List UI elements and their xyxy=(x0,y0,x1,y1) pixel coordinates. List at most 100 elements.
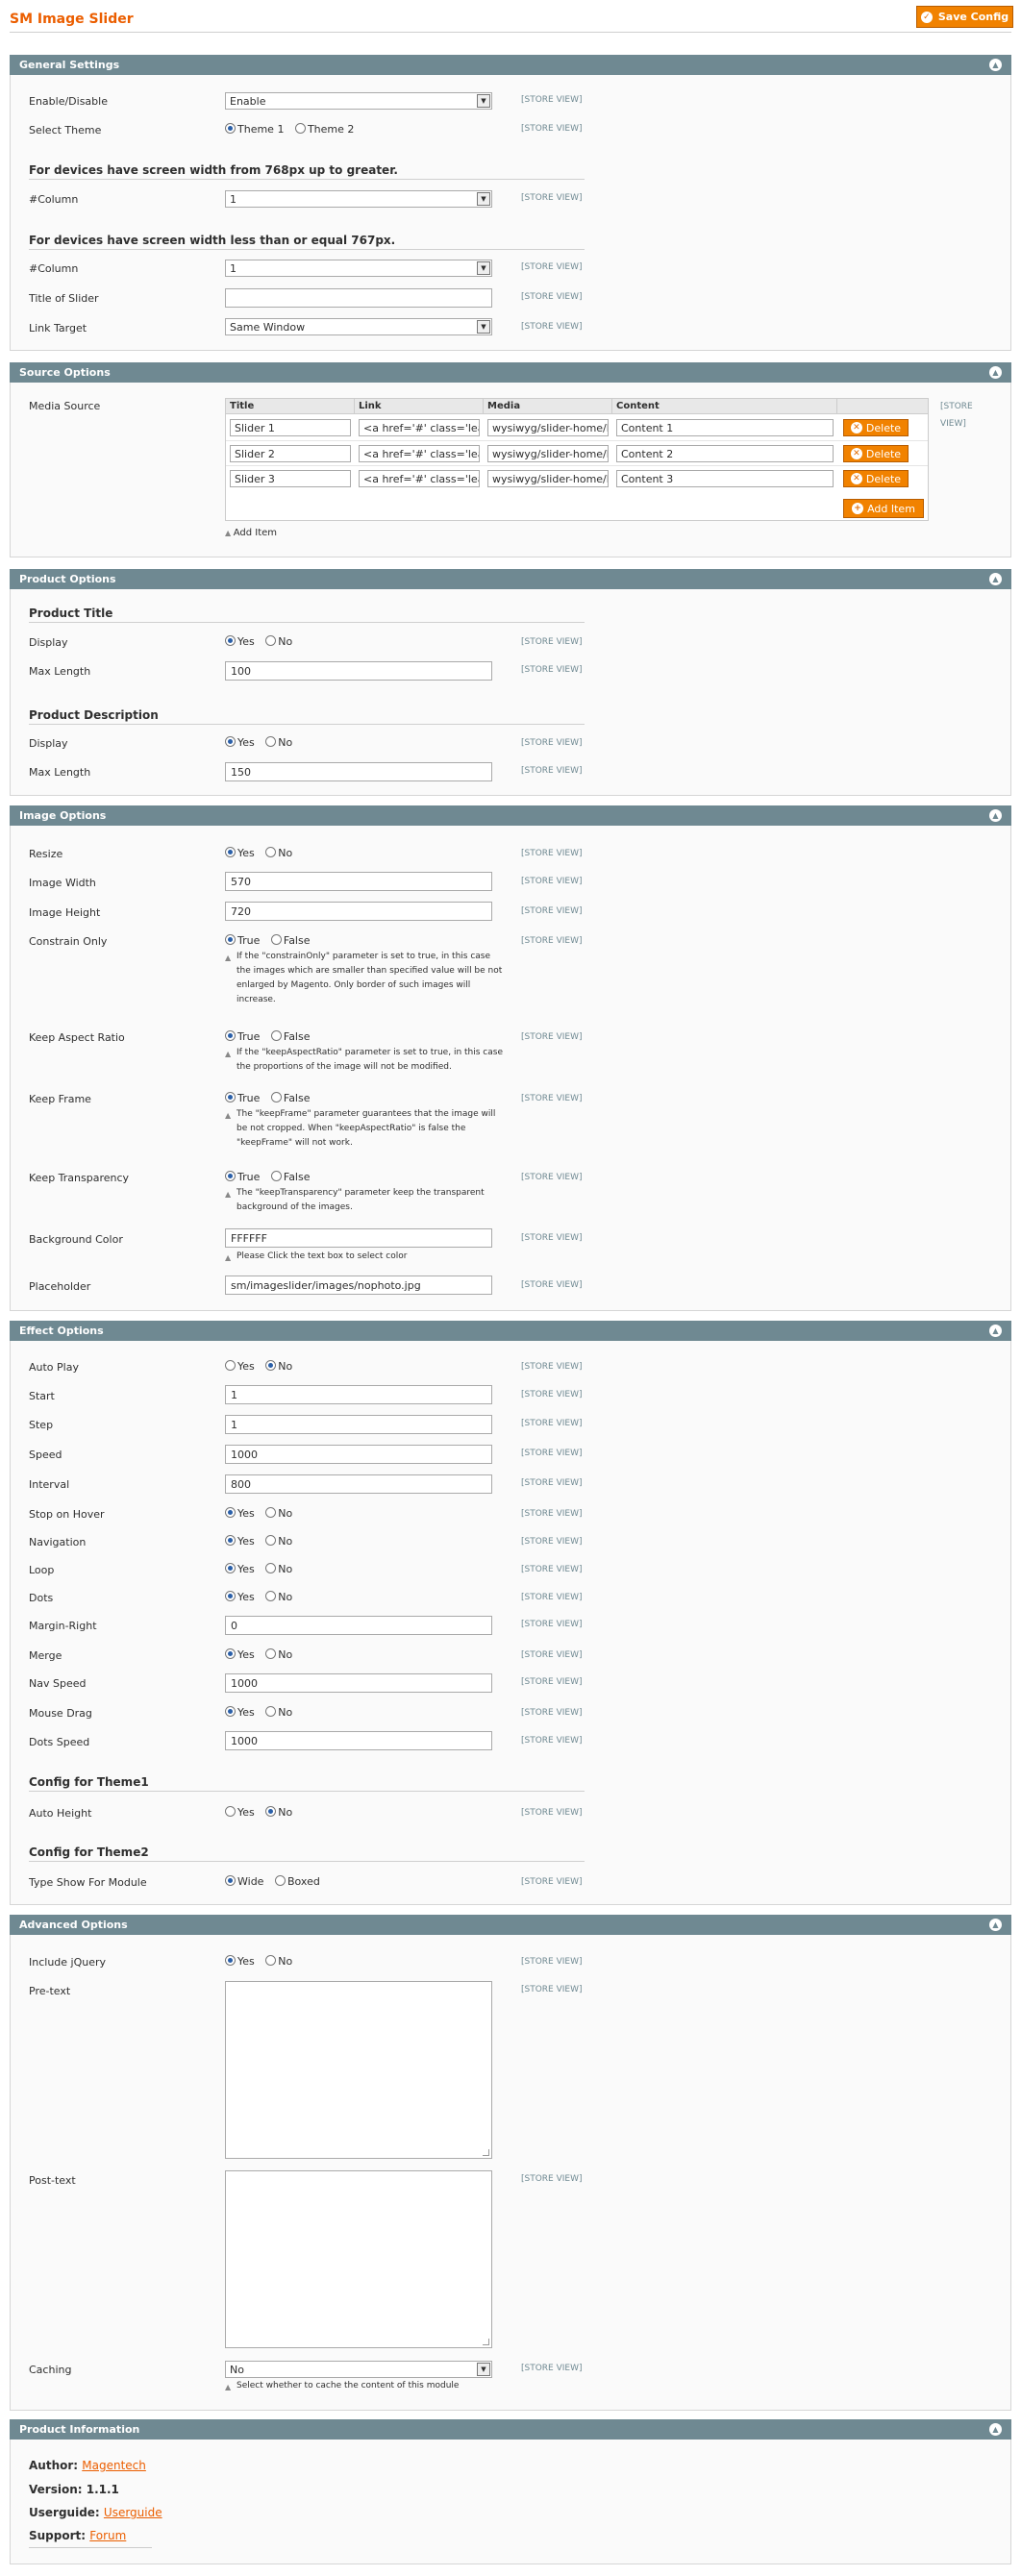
desc-max-length-input[interactable]: 150 xyxy=(225,762,492,781)
no-radio[interactable]: No xyxy=(265,847,292,859)
row-media-input[interactable]: wysiwyg/slider-home/l xyxy=(487,470,609,487)
section-header-source[interactable]: Source Options ▲ xyxy=(10,362,1011,383)
section-header-advanced[interactable]: Advanced Options ▲ xyxy=(10,1915,1011,1935)
collapse-up-icon[interactable]: ▲ xyxy=(989,366,1002,379)
true-radio[interactable]: True xyxy=(225,1030,260,1043)
author-link[interactable]: Magentech xyxy=(82,2459,146,2472)
yes-radio[interactable]: Yes xyxy=(225,1706,255,1719)
column-big-select[interactable]: 1 ▼ xyxy=(225,190,492,208)
false-label: False xyxy=(283,1092,311,1104)
section-header-effect[interactable]: Effect Options ▲ xyxy=(10,1321,1011,1341)
merge-radio-group: Yes No xyxy=(225,1648,300,1661)
false-radio[interactable]: False xyxy=(270,1030,311,1043)
triangle-icon: ▲ xyxy=(225,1190,232,1199)
caching-select[interactable]: No ▼ xyxy=(225,2361,492,2378)
yes-radio[interactable]: Yes xyxy=(225,736,255,749)
false-radio[interactable]: False xyxy=(270,934,311,947)
no-radio[interactable]: No xyxy=(265,1591,292,1603)
yes-radio[interactable]: Yes xyxy=(225,1563,255,1575)
nav-speed-input[interactable]: 1000 xyxy=(225,1673,492,1693)
store-view-scope: [STORE VIEW] xyxy=(521,637,583,647)
row-link-input[interactable]: <a href='#' class='lear xyxy=(359,445,480,462)
no-radio[interactable]: No xyxy=(265,1507,292,1520)
collapse-up-icon[interactable]: ▲ xyxy=(989,1325,1002,1337)
delete-button[interactable]: ✕ Delete xyxy=(843,419,909,436)
row-content-input[interactable]: Content 2 xyxy=(616,445,834,462)
add-item-link[interactable]: ▲ Add Item xyxy=(225,528,277,538)
row-link-input[interactable]: <a href='#' class='lear xyxy=(359,419,480,436)
margin-right-input[interactable]: 0 xyxy=(225,1616,492,1635)
enable-select[interactable]: Enable ▼ xyxy=(225,92,492,110)
no-radio[interactable]: No xyxy=(265,736,292,749)
delete-button[interactable]: ✕ Delete xyxy=(843,445,909,462)
userguide-link[interactable]: Userguide xyxy=(104,2506,162,2519)
yes-radio[interactable]: Yes xyxy=(225,1360,255,1373)
section-header-info[interactable]: Product Information ▲ xyxy=(10,2419,1011,2440)
navigation-label: Navigation xyxy=(29,1536,87,1548)
radio-selected-icon xyxy=(225,847,236,857)
true-radio[interactable]: True xyxy=(225,934,260,947)
link-target-select[interactable]: Same Window ▼ xyxy=(225,318,492,335)
row-media-input[interactable]: wysiwyg/slider-home/l xyxy=(487,419,609,436)
posttext-textarea[interactable] xyxy=(225,2170,492,2348)
collapse-up-icon[interactable]: ▲ xyxy=(989,1919,1002,1931)
title-max-length-input[interactable]: 100 xyxy=(225,661,492,681)
no-radio[interactable]: No xyxy=(265,1955,292,1968)
yes-radio[interactable]: Yes xyxy=(225,635,255,648)
placeholder-input[interactable]: sm/imageslider/images/nophoto.jpg xyxy=(225,1276,492,1295)
yes-radio[interactable]: Yes xyxy=(225,1806,255,1819)
row-content-input[interactable]: Content 3 xyxy=(616,470,834,487)
interval-input[interactable]: 800 xyxy=(225,1474,492,1494)
false-radio[interactable]: False xyxy=(270,1092,311,1104)
row-title-input[interactable]: Slider 2 xyxy=(230,445,351,462)
section-header-image[interactable]: Image Options ▲ xyxy=(10,805,1011,826)
speed-input[interactable]: 1000 xyxy=(225,1445,492,1464)
support-link[interactable]: Forum xyxy=(89,2529,126,2542)
collapse-up-icon[interactable]: ▲ xyxy=(989,809,1002,822)
image-width-input[interactable]: 570 xyxy=(225,872,492,891)
section-header-general[interactable]: General Settings ▲ xyxy=(10,55,1011,75)
yes-radio[interactable]: Yes xyxy=(225,1507,255,1520)
boxed-radio[interactable]: Boxed xyxy=(274,1875,320,1888)
no-radio[interactable]: No xyxy=(265,1648,292,1661)
pretext-textarea[interactable] xyxy=(225,1981,492,2159)
no-radio[interactable]: No xyxy=(265,1563,292,1575)
row-title-input[interactable]: Slider 3 xyxy=(230,470,351,487)
row-link-input[interactable]: <a href='#' class='lear xyxy=(359,470,480,487)
image-height-input[interactable]: 720 xyxy=(225,902,492,921)
no-radio[interactable]: No xyxy=(265,1706,292,1719)
slider-title-input[interactable] xyxy=(225,288,492,308)
wide-radio[interactable]: Wide xyxy=(225,1875,263,1888)
dots-speed-input[interactable]: 1000 xyxy=(225,1731,492,1750)
collapse-up-icon[interactable]: ▲ xyxy=(989,59,1002,71)
yes-radio[interactable]: Yes xyxy=(225,1591,255,1603)
true-radio[interactable]: True xyxy=(225,1092,260,1104)
yes-radio[interactable]: Yes xyxy=(225,1955,255,1968)
step-input[interactable]: 1 xyxy=(225,1415,492,1434)
theme2-radio[interactable]: Theme 2 xyxy=(294,123,354,136)
version-label: Version: xyxy=(29,2483,83,2496)
theme1-radio[interactable]: Theme 1 xyxy=(225,123,284,136)
row-title-input[interactable]: Slider 1 xyxy=(230,419,351,436)
save-config-button[interactable]: ✓ Save Config xyxy=(916,6,1013,28)
bg-color-input[interactable]: FFFFFF xyxy=(225,1228,492,1248)
no-radio[interactable]: No xyxy=(265,1806,292,1819)
start-input[interactable]: 1 xyxy=(225,1385,492,1404)
yes-radio[interactable]: Yes xyxy=(225,1648,255,1661)
yes-radio[interactable]: Yes xyxy=(225,1535,255,1548)
collapse-up-icon[interactable]: ▲ xyxy=(989,573,1002,585)
no-label: No xyxy=(278,1563,293,1575)
row-content-input[interactable]: Content 1 xyxy=(616,419,834,436)
add-item-button[interactable]: + Add Item xyxy=(843,499,924,518)
delete-button[interactable]: ✕ Delete xyxy=(843,470,909,487)
false-radio[interactable]: False xyxy=(270,1171,311,1183)
yes-radio[interactable]: Yes xyxy=(225,847,255,859)
no-radio[interactable]: No xyxy=(265,635,292,648)
no-radio[interactable]: No xyxy=(265,1360,292,1373)
collapse-up-icon[interactable]: ▲ xyxy=(989,2423,1002,2436)
no-radio[interactable]: No xyxy=(265,1535,292,1548)
row-media-input[interactable]: wysiwyg/slider-home/l xyxy=(487,445,609,462)
section-header-product[interactable]: Product Options ▲ xyxy=(10,569,1011,589)
column-small-select[interactable]: 1 ▼ xyxy=(225,260,492,277)
true-radio[interactable]: True xyxy=(225,1171,260,1183)
